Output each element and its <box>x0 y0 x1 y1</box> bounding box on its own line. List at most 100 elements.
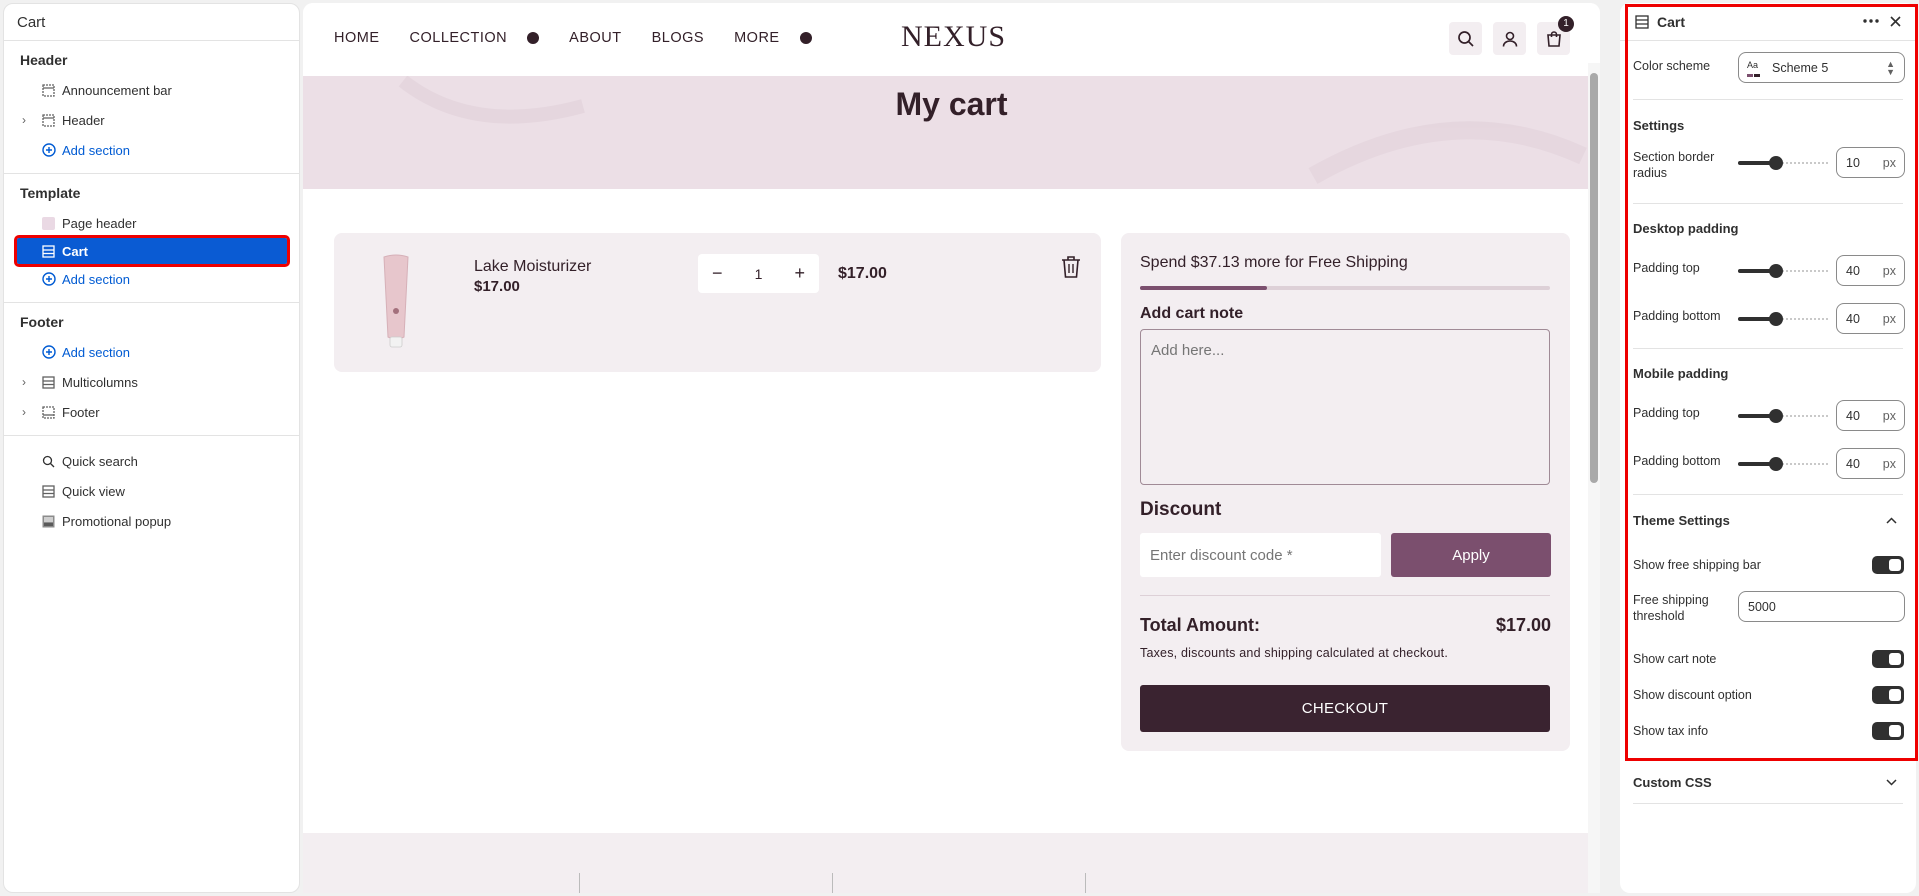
column-divider <box>832 873 833 893</box>
chevron-right-icon[interactable]: › <box>22 375 36 389</box>
section-layout-icon <box>41 405 56 420</box>
line-item-total: $17.00 <box>838 265 887 282</box>
desktop-padding-top-slider[interactable] <box>1738 263 1828 279</box>
preview-scrollbar[interactable] <box>1588 63 1600 893</box>
column-divider <box>1085 873 1086 893</box>
slider-handle[interactable] <box>1769 156 1783 170</box>
settings-section-title: Settings <box>1633 118 1685 133</box>
nav-link-collection[interactable]: COLLECTION + <box>410 30 555 46</box>
add-section-button-template[interactable]: Add section <box>4 264 299 294</box>
sidebar-item-header[interactable]: › Header <box>4 105 299 135</box>
nav-link-home[interactable]: HOME <box>334 30 395 46</box>
chevron-right-icon[interactable]: › <box>22 113 36 127</box>
group-title-header: Header <box>20 52 68 68</box>
trash-icon[interactable] <box>1060 255 1082 279</box>
desktop-padding-bottom-slider[interactable] <box>1738 311 1828 327</box>
slider-handle[interactable] <box>1769 264 1783 278</box>
cart-button[interactable]: 1 <box>1537 16 1574 55</box>
store-logo[interactable]: NEXUS <box>901 20 1006 54</box>
color-scheme-label: Color scheme <box>1633 59 1711 73</box>
checkout-button[interactable]: CHECKOUT <box>1140 685 1550 732</box>
theme-settings-title[interactable]: Theme Settings <box>1633 513 1730 528</box>
store-preview: HOME COLLECTION + ABOUT BLOGS MORE + NEXUS… <box>303 3 1600 893</box>
sidebar-item-announcement-bar[interactable]: Announcement bar <box>4 75 299 105</box>
scrollbar-thumb[interactable] <box>1590 73 1598 483</box>
decrease-quantity-button[interactable]: − <box>712 263 723 284</box>
slider-handle[interactable] <box>1769 457 1783 471</box>
sidebar-item-quick-view[interactable]: Quick view <box>4 476 299 506</box>
add-section-label: Add section <box>62 142 130 158</box>
chevron-down-icon[interactable] <box>1886 779 1897 786</box>
add-section-button-header[interactable]: Add section <box>4 135 299 165</box>
nav-link-label: BLOGS <box>651 30 705 46</box>
show-free-shipping-label: Show free shipping bar <box>1633 558 1761 572</box>
show-free-shipping-toggle[interactable] <box>1872 556 1904 574</box>
add-section-button-footer[interactable]: Add section <box>4 337 299 367</box>
show-tax-info-toggle[interactable] <box>1872 722 1904 740</box>
slider-handle[interactable] <box>1769 312 1783 326</box>
desktop-padding-top-input[interactable]: 40 px <box>1836 255 1905 286</box>
mobile-padding-top-input[interactable]: 40 px <box>1836 400 1905 431</box>
chevron-up-icon[interactable] <box>1886 517 1897 524</box>
section-layout-icon <box>41 83 56 98</box>
sidebar-item-footer[interactable]: › Footer <box>4 397 299 427</box>
desktop-padding-bottom-input[interactable]: 40 px <box>1836 303 1905 334</box>
plus-icon: + <box>799 31 812 45</box>
plus-icon: + <box>527 31 540 45</box>
sidebar-item-multicolumns[interactable]: › Multicolumns <box>4 367 299 397</box>
sections-sidebar: Cart Header Announcement bar › Header Ad… <box>3 3 300 893</box>
custom-css-title[interactable]: Custom CSS <box>1633 775 1712 790</box>
show-cart-note-label: Show cart note <box>1633 652 1717 666</box>
mobile-padding-bottom-slider[interactable] <box>1738 456 1828 472</box>
footer-group: Footer Add section › Multicolumns › Foot… <box>4 303 299 436</box>
sidebar-item-promotional-popup[interactable]: Promotional popup <box>4 506 299 536</box>
color-scheme-icon: Aa <box>1747 60 1763 77</box>
product-image[interactable] <box>376 253 416 349</box>
cart-note-input[interactable] <box>1140 329 1550 485</box>
show-discount-toggle[interactable] <box>1872 686 1904 704</box>
tax-info-text: Taxes, discounts and shipping calculated… <box>1140 646 1449 660</box>
nav-link-blogs[interactable]: BLOGS <box>652 30 719 46</box>
divider <box>1140 595 1550 596</box>
sidebar-item-label: Announcement bar <box>62 82 172 98</box>
border-radius-slider[interactable] <box>1738 155 1828 171</box>
search-button[interactable] <box>1449 22 1482 55</box>
quantity-value[interactable]: 1 <box>755 266 763 282</box>
slider-handle[interactable] <box>1769 409 1783 423</box>
settings-header: Cart <box>1620 3 1916 41</box>
mobile-padding-top-slider[interactable] <box>1738 408 1828 424</box>
close-icon[interactable] <box>1890 16 1901 27</box>
mobile-padding-bottom-input[interactable]: 40 px <box>1836 448 1905 479</box>
more-options-icon[interactable] <box>1863 19 1879 23</box>
unit-label: px <box>1882 263 1896 278</box>
divider <box>1633 348 1903 349</box>
desktop-padding-bottom-label: Padding bottom <box>1633 309 1721 323</box>
sidebar-item-quick-search[interactable]: Quick search <box>4 446 299 476</box>
increase-quantity-button[interactable]: + <box>794 263 805 284</box>
free-shipping-message: Spend $37.13 more for Free Shipping <box>1140 254 1408 271</box>
color-scheme-select[interactable]: Aa Scheme 5 ▲ ▼ <box>1738 52 1905 83</box>
chevron-right-icon[interactable]: › <box>22 405 36 419</box>
mobile-padding-title: Mobile padding <box>1633 366 1729 381</box>
multicolumn-section-preview <box>303 833 1600 893</box>
divider <box>1633 803 1903 804</box>
nav-link-more[interactable]: MORE + <box>734 30 827 46</box>
sidebar-item-cart[interactable]: Cart <box>14 235 290 267</box>
progress-fill <box>1140 286 1268 290</box>
free-shipping-threshold-input[interactable]: 5000 <box>1738 591 1905 622</box>
unit-label: px <box>1882 311 1896 326</box>
account-button[interactable] <box>1493 22 1526 55</box>
column-divider <box>579 873 580 893</box>
nav-link-about[interactable]: ABOUT <box>569 30 636 46</box>
border-radius-input[interactable]: 10 px <box>1836 147 1905 178</box>
apply-discount-button[interactable]: Apply <box>1391 533 1551 577</box>
unit-label: px <box>1882 408 1896 423</box>
product-name[interactable]: Lake Moisturizer <box>474 258 591 276</box>
utility-group: Quick search Quick view Promotional popu… <box>4 436 299 544</box>
quantity-stepper: − 1 + <box>698 254 819 293</box>
bag-icon <box>1546 30 1561 47</box>
show-cart-note-toggle[interactable] <box>1872 650 1904 668</box>
desktop-padding-title: Desktop padding <box>1633 221 1739 236</box>
sidebar-item-page-header[interactable]: Page header <box>4 208 299 238</box>
discount-code-input[interactable] <box>1140 533 1381 577</box>
